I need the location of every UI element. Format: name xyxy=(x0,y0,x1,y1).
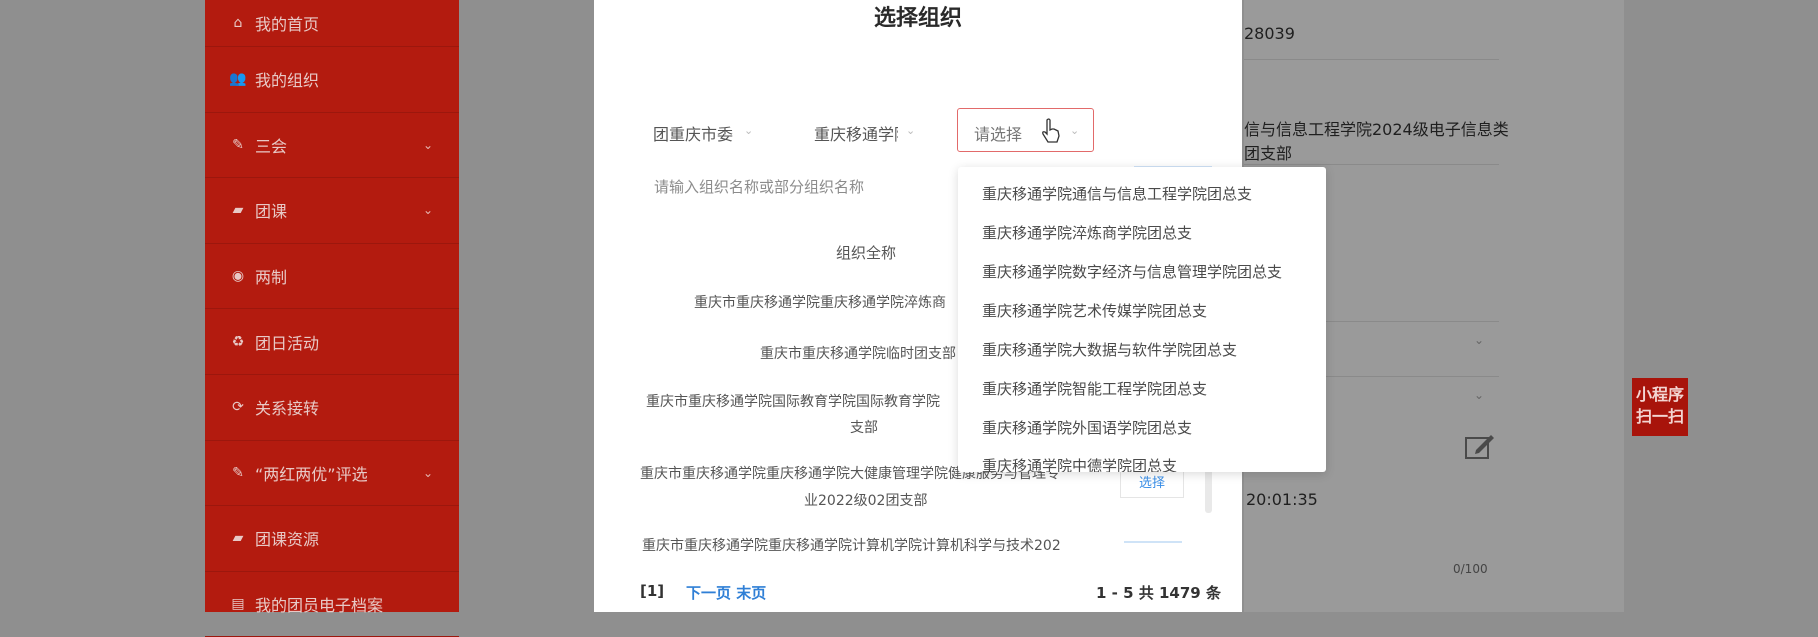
select-row-button[interactable]: 选择 xyxy=(1120,468,1184,498)
sidebar-item-label: 关系接转 xyxy=(255,399,320,419)
sidebar-item-sanhui[interactable]: ✎ 三会 ⌄ xyxy=(205,113,459,179)
timestamp: 20:01:35 xyxy=(1246,490,1318,509)
edit-icon: ✎ xyxy=(232,464,244,481)
sidebar-item-tuanke[interactable]: ▰ 团课 ⌄ xyxy=(205,178,459,244)
dropdown-option[interactable]: 重庆移通学院智能工程学院团总支 xyxy=(982,378,1207,399)
hand-cursor-icon xyxy=(1042,118,1060,143)
dropdown-option[interactable]: 重庆移通学院中德学院团总支 xyxy=(982,455,1177,472)
dropdown-option[interactable]: 重庆移通学院淬炼商学院团总支 xyxy=(982,222,1192,243)
dropdown-option[interactable]: 重庆移通学院大数据与软件学院团总支 xyxy=(982,339,1237,360)
pager-summary: 1 - 5 共 1479 条 xyxy=(1096,584,1221,602)
table-row: 重庆市重庆移通学院临时团支部 xyxy=(760,346,956,362)
folder-icon: ▰ xyxy=(232,202,244,219)
sidebar-item-label: 团课资源 xyxy=(255,530,320,550)
sidebar-item-label: “两红两优”评选 xyxy=(255,464,368,484)
chevron-down-icon: ⌄ xyxy=(422,137,433,152)
mini-program-badge[interactable]: 小程序扫一扫 xyxy=(1632,378,1688,436)
chevron-down-icon: ⌄ xyxy=(422,465,433,480)
table-row: 重庆市重庆移通学院国际教育学院国际教育学院 xyxy=(646,394,940,410)
table-row: 重庆市重庆移通学院重庆移通学院淬炼商 xyxy=(694,295,946,311)
dropdown-option[interactable]: 重庆移通学院外国语学院团总支 xyxy=(982,417,1192,438)
sidebar-item-archive[interactable]: ▤ 我的团员电子档案 xyxy=(205,572,459,637)
org-name-line2: 团支部 xyxy=(1244,144,1293,163)
select-button-edge xyxy=(1124,541,1182,543)
divider xyxy=(1244,58,1499,60)
sidebar-item-my-org[interactable]: 👥 我的组织 xyxy=(205,47,459,113)
sidebar-item-label: 我的团员电子档案 xyxy=(255,596,384,616)
sidebar: ⌂ 我的首页 👥 我的组织 ✎ 三会 ⌄ ▰ 团课 ⌄ ◉ 两制 ♻ 团日活动 ⟳ 关系接转 ✎ “… xyxy=(205,0,459,637)
chevron-down-icon: ⌄ xyxy=(1070,124,1080,137)
sidebar-item-transfer[interactable]: ⟳ 关系接转 xyxy=(205,375,459,441)
dropdown-option[interactable]: 重庆移通学院数字经济与信息管理学院团总支 xyxy=(982,261,1282,282)
select-city-committee[interactable]: 团重庆市委 xyxy=(653,121,733,145)
char-counter: 0/100 xyxy=(1453,562,1488,576)
sidebar-item-resources[interactable]: ▰ 团课资源 xyxy=(205,506,459,572)
pager-next-last[interactable]: 下一页 末页 xyxy=(686,582,766,603)
department-dropdown: 重庆移通学院通信与信息工程学院团总支 重庆移通学院淬炼商学院团总支 重庆移通学院… xyxy=(958,167,1326,472)
chevron-down-icon: ⌄ xyxy=(744,124,754,137)
home-icon: ⌂ xyxy=(233,15,243,31)
select-school[interactable]: 重庆移通学院 xyxy=(814,121,898,145)
dropdown-option[interactable]: 重庆移通学院艺术传媒学院团总支 xyxy=(982,300,1207,321)
table-row-cont: 支部 xyxy=(850,420,878,436)
recycle-icon: ♻ xyxy=(231,333,245,350)
chevron-down-icon: ⌄ xyxy=(1474,333,1485,347)
pager-current-page[interactable]: [1] xyxy=(640,582,664,600)
sidebar-item-label: 三会 xyxy=(255,136,288,156)
edit-icon: ✎ xyxy=(232,136,244,153)
chevron-down-icon: ⌄ xyxy=(906,124,916,137)
chevron-down-icon: ⌄ xyxy=(422,203,433,218)
file-icon: ▤ xyxy=(231,596,245,613)
table-row: 重庆市重庆移通学院重庆移通学院计算机学院计算机科学与技术202 xyxy=(642,538,1061,554)
dropdown-option[interactable]: 重庆移通学院通信与信息工程学院团总支 xyxy=(982,183,1252,204)
select-department-placeholder: 请选择 xyxy=(974,125,1023,144)
target-icon: ◉ xyxy=(231,268,245,285)
org-search-input[interactable]: 请输入组织名称或部分组织名称 xyxy=(654,176,864,197)
sidebar-item-label: 我的组织 xyxy=(255,71,320,91)
sidebar-item-pingxuan[interactable]: ✎ “两红两优”评选 ⌄ xyxy=(205,441,459,507)
table-header-org-name: 组织全称 xyxy=(836,244,897,262)
org-name-line1: 信与信息工程学院2024级电子信息类 xyxy=(1244,120,1509,139)
dialog-title: 选择组织 xyxy=(873,6,962,31)
table-row-cont: 业2022级02团支部 xyxy=(804,493,928,509)
sidebar-item-liangzhi[interactable]: ◉ 两制 xyxy=(205,244,459,310)
sidebar-item-tuanri[interactable]: ♻ 团日活动 xyxy=(205,309,459,375)
edit-icon[interactable] xyxy=(1464,432,1496,462)
users-icon: 👥 xyxy=(229,71,247,88)
refresh-icon: ⟳ xyxy=(232,399,244,416)
divider xyxy=(1244,163,1499,165)
sidebar-item-label: 我的首页 xyxy=(255,15,320,34)
sidebar-item-label: 两制 xyxy=(255,268,288,288)
sidebar-item-label: 团课 xyxy=(255,202,288,222)
sidebar-item-label: 团日活动 xyxy=(255,333,320,353)
folder-icon: ▰ xyxy=(232,530,244,547)
id-number-fragment: 28039 xyxy=(1244,24,1295,43)
sidebar-item-home[interactable]: ⌂ 我的首页 xyxy=(205,0,459,47)
chevron-down-icon: ⌄ xyxy=(1474,388,1485,402)
